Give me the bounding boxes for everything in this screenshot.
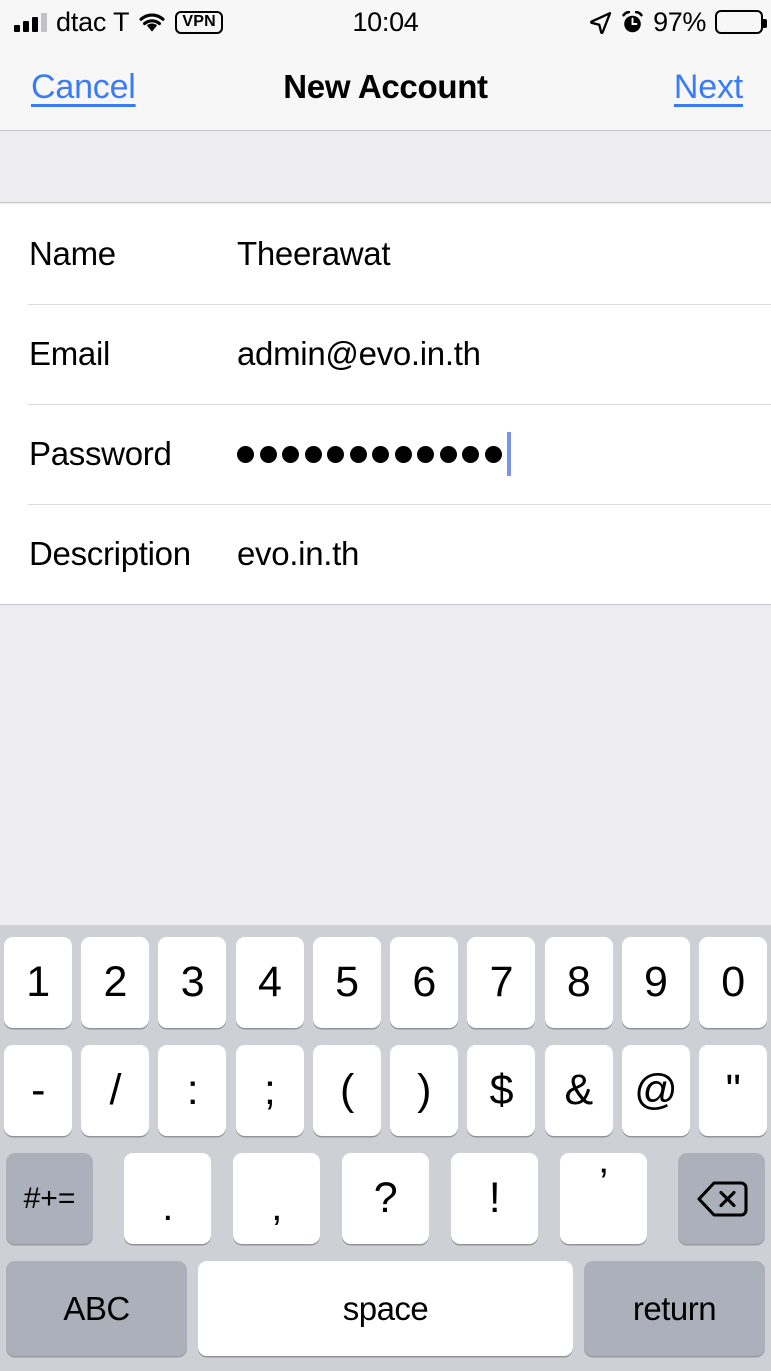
space-key[interactable]: space: [198, 1261, 573, 1356]
form-row-name[interactable]: Name Theerawat: [0, 204, 771, 304]
keyboard-row-punctuation: #+= . , ? ! ’: [0, 1153, 771, 1244]
key-slash[interactable]: /: [81, 1045, 150, 1136]
keyboard-row-numbers: 1 2 3 4 5 6 7 8 9 0: [0, 937, 771, 1028]
key-7[interactable]: 7: [467, 937, 536, 1028]
key-ampersand[interactable]: &: [544, 1045, 613, 1136]
navigation-bar: Cancel New Account Next: [0, 44, 771, 131]
key-4[interactable]: 4: [235, 937, 304, 1028]
key-9[interactable]: 9: [621, 937, 690, 1028]
battery-icon: [715, 10, 767, 34]
status-bar: dtac T VPN 10:04 97%: [0, 0, 771, 44]
description-field[interactable]: evo.in.th: [237, 535, 359, 573]
key-apostrophe[interactable]: ’: [560, 1153, 647, 1244]
key-right-paren[interactable]: ): [390, 1045, 459, 1136]
account-form-table: Name Theerawat Email admin@evo.in.th Pas…: [0, 204, 771, 605]
email-field-label: Email: [29, 335, 111, 372]
backspace-icon[interactable]: [678, 1153, 765, 1244]
key-period[interactable]: .: [124, 1153, 211, 1244]
form-top-spacer: [0, 132, 771, 203]
email-field[interactable]: admin@evo.in.th: [237, 335, 481, 373]
description-field-label: Description: [29, 535, 191, 572]
text-cursor: [506, 432, 511, 476]
key-at-sign[interactable]: @: [621, 1045, 690, 1136]
key-5[interactable]: 5: [312, 937, 381, 1028]
battery-percent-label: 97%: [653, 6, 706, 37]
symbols-toggle-key[interactable]: #+=: [6, 1153, 93, 1244]
keyboard-row-symbols: - / : ; ( ) $ & @ ": [0, 1045, 771, 1136]
key-3[interactable]: 3: [158, 937, 227, 1028]
form-row-password[interactable]: Password: [0, 404, 771, 504]
keyboard-row-bottom: ABC space return: [0, 1261, 771, 1356]
alarm-clock-icon: [621, 10, 644, 34]
location-arrow-icon: [589, 11, 612, 34]
key-quote[interactable]: ": [698, 1045, 767, 1136]
form-row-description[interactable]: Description evo.in.th: [0, 504, 771, 604]
key-8[interactable]: 8: [544, 937, 613, 1028]
password-masked-dots: [237, 445, 502, 463]
keyboard-row-punctuation-middle: . , ? ! ’: [124, 1153, 647, 1244]
onscreen-keyboard: 1 2 3 4 5 6 7 8 9 0 - / : ; ( ) $ & @ " …: [0, 925, 771, 1371]
key-2[interactable]: 2: [81, 937, 150, 1028]
key-1[interactable]: 1: [4, 937, 72, 1028]
page-title: New Account: [283, 68, 488, 105]
key-semicolon[interactable]: ;: [235, 1045, 304, 1136]
key-6[interactable]: 6: [390, 937, 459, 1028]
key-dollar[interactable]: $: [467, 1045, 536, 1136]
key-0[interactable]: 0: [698, 937, 767, 1028]
status-bar-right-group: 97%: [589, 0, 767, 44]
key-exclamation-mark[interactable]: !: [451, 1153, 538, 1244]
password-field[interactable]: [237, 432, 511, 476]
password-field-label: Password: [29, 435, 172, 472]
return-key[interactable]: return: [584, 1261, 765, 1356]
key-left-paren[interactable]: (: [312, 1045, 381, 1136]
key-colon[interactable]: :: [158, 1045, 227, 1136]
key-hyphen[interactable]: -: [4, 1045, 72, 1136]
name-field[interactable]: Theerawat: [237, 235, 391, 273]
form-row-email[interactable]: Email admin@evo.in.th: [0, 304, 771, 404]
key-question-mark[interactable]: ?: [342, 1153, 429, 1244]
next-button[interactable]: Next: [674, 68, 743, 107]
key-comma[interactable]: ,: [233, 1153, 320, 1244]
iphone-screen: dtac T VPN 10:04 97% Cancel New Account …: [0, 0, 771, 1371]
name-field-label: Name: [29, 235, 116, 272]
abc-toggle-key[interactable]: ABC: [6, 1261, 187, 1356]
